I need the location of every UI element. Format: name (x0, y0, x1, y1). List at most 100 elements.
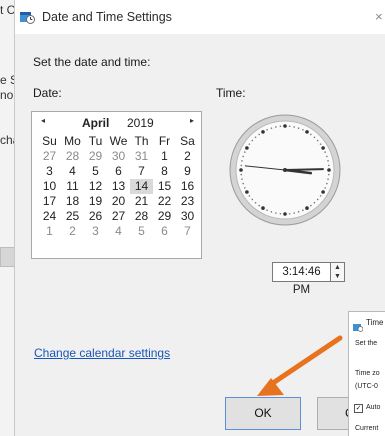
calendar-day[interactable]: 16 (176, 179, 199, 194)
calendar-clock-icon (19, 9, 35, 24)
calendar-day[interactable]: 31 (130, 149, 153, 164)
calendar-day-selected[interactable]: 14 (130, 179, 153, 194)
clock-minute-mark (319, 195, 322, 197)
clock-minute-mark (297, 127, 300, 129)
spin-up-button[interactable]: ▲ (333, 263, 342, 272)
calendar-day[interactable]: 10 (38, 179, 61, 194)
window-text: Current (355, 425, 379, 432)
calendar-day[interactable]: 2 (176, 149, 199, 164)
spin-down-button[interactable]: ▼ (333, 272, 342, 281)
calendar-day[interactable]: 5 (84, 164, 107, 179)
time-input[interactable]: 3:14:46 PM (272, 262, 331, 296)
calendar-day[interactable]: 6 (153, 224, 176, 239)
calendar-day[interactable]: 9 (176, 164, 199, 179)
clock-minute-hand (284, 168, 324, 171)
window-text: Auto (366, 404, 381, 411)
calendar-day[interactable]: 5 (130, 224, 153, 239)
clock-minute-mark (324, 151, 326, 153)
clock-minute-mark (251, 198, 254, 201)
calendar-day[interactable]: 6 (107, 164, 130, 179)
calendar-day[interactable]: 3 (84, 224, 107, 239)
calendar-day[interactable]: 4 (107, 224, 130, 239)
calendar-day[interactable]: 20 (107, 194, 130, 209)
clock-minute-mark (242, 155, 244, 158)
clock-minute-mark (279, 212, 282, 215)
calendar-day[interactable]: 27 (38, 149, 61, 164)
clock-minute-mark (240, 164, 243, 167)
calendar-day[interactable]: 12 (84, 179, 107, 194)
clock-hour-mark (245, 146, 249, 150)
weekday-header: Mo (64, 134, 81, 148)
calendar-day[interactable]: 28 (130, 209, 153, 224)
calendar-day[interactable]: 30 (107, 149, 130, 164)
calendar-day[interactable]: 4 (61, 164, 84, 179)
calendar-clock-icon (353, 319, 364, 332)
calendar-month[interactable]: April (82, 116, 109, 130)
calendar-day[interactable]: 21 (130, 194, 153, 209)
calendar-day[interactable]: 11 (61, 179, 84, 194)
calendar-day[interactable]: 13 (107, 179, 130, 194)
clock-minute-mark (266, 129, 268, 131)
calendar: ◂ April 2019 ▸ Su Mo Tu We Th Fr Sa 27 28 29 30 31 1… (31, 111, 202, 259)
calendar-day[interactable]: 24 (38, 209, 61, 224)
calendar-day[interactable]: 29 (84, 149, 107, 164)
clock-minute-mark (258, 133, 260, 136)
clock-minute-mark (327, 173, 330, 176)
auto-checkbox[interactable]: ✓ (354, 404, 363, 413)
calendar-day[interactable]: 23 (176, 194, 199, 209)
change-calendar-settings-link[interactable]: Change calendar settings (34, 346, 170, 360)
clock-minute-mark (241, 160, 243, 162)
clock-hour-mark (321, 146, 325, 150)
weekday-header: We (109, 134, 128, 148)
calendar-day[interactable]: 25 (61, 209, 84, 224)
clock-minute-mark (327, 160, 329, 162)
calendar-day[interactable]: 15 (153, 179, 176, 194)
calendar-day[interactable]: 19 (84, 194, 107, 209)
clock-minute-mark (266, 209, 268, 211)
previous-month-button[interactable]: ◂ (41, 116, 45, 125)
clock-minute-mark (270, 211, 273, 213)
clock-minute-mark (316, 198, 319, 201)
clock-minute-mark (244, 151, 246, 153)
clock-minute-mark (288, 125, 291, 128)
clock-minute-mark (327, 164, 330, 167)
ok-button[interactable]: OK (225, 397, 301, 430)
calendar-grid: Su Mo Tu We Th Fr Sa 27 28 29 30 31 1 2 3 4 5 6 7 8 9 10 11 12 1… (38, 134, 201, 239)
calendar-day[interactable]: 28 (61, 149, 84, 164)
clock-minute-mark (293, 212, 295, 214)
calendar-day[interactable]: 7 (176, 224, 199, 239)
clock-minute-mark (275, 212, 277, 214)
calendar-day[interactable]: 26 (84, 209, 107, 224)
clock-minute-mark (241, 178, 243, 180)
clock-minute-mark (297, 211, 300, 213)
titlebar: Date and Time Settings × (15, 0, 385, 34)
calendar-day[interactable]: 18 (61, 194, 84, 209)
calendar-day[interactable]: 30 (176, 209, 199, 224)
clock-minute-mark (244, 187, 246, 189)
clock-minute-mark (327, 178, 329, 180)
calendar-day[interactable]: 27 (107, 209, 130, 224)
clock-minute-mark (240, 173, 243, 176)
calendar-day[interactable]: 29 (153, 209, 176, 224)
calendar-year[interactable]: 2019 (127, 116, 154, 130)
time-label: Time: (216, 86, 246, 100)
clock-minute-mark (242, 182, 244, 185)
calendar-day[interactable]: 17 (38, 194, 61, 209)
clock-minute-mark (254, 136, 257, 139)
clock-hour-mark (283, 212, 287, 216)
window-text: Time zo (355, 370, 380, 377)
calendar-day[interactable]: 2 (61, 224, 84, 239)
clock-hour-mark (261, 130, 265, 134)
calendar-day[interactable]: 8 (153, 164, 176, 179)
close-button[interactable]: × (375, 9, 383, 24)
calendar-day[interactable]: 1 (38, 224, 61, 239)
calendar-day[interactable]: 3 (38, 164, 61, 179)
calendar-day[interactable]: 22 (153, 194, 176, 209)
calendar-day[interactable]: 1 (153, 149, 176, 164)
next-month-button[interactable]: ▸ (190, 116, 194, 125)
clock-minute-mark (326, 155, 328, 158)
clock-minute-mark (254, 201, 257, 204)
clock-minute-mark (319, 143, 322, 145)
clock-hour-mark (305, 206, 309, 210)
calendar-day[interactable]: 7 (130, 164, 153, 179)
